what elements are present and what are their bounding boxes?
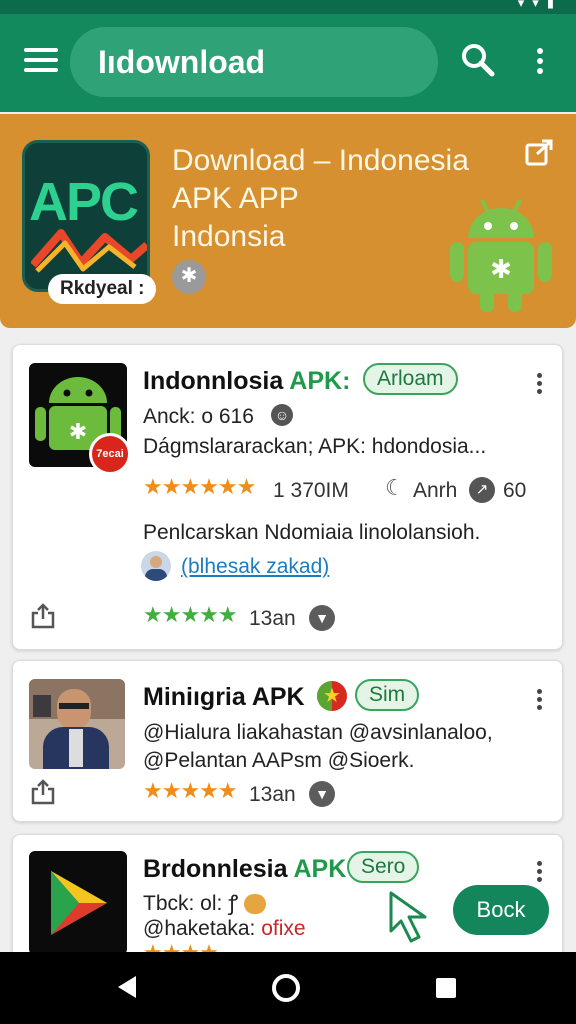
play-store-icon [51, 871, 107, 935]
star-icon[interactable]: ✱ [172, 260, 206, 294]
android-icon: ✱ [450, 199, 552, 312]
star-badge-icon: ★ [317, 681, 347, 711]
time-label: 13an [249, 607, 296, 630]
app-card[interactable]: Miniıgria APK ★ Sim @Hialura liakahastan… [12, 660, 563, 822]
thumbnail-badge-text: 7ecai [96, 448, 124, 460]
thumbnail-badge: 7ecai [89, 433, 131, 475]
share-icon[interactable] [31, 779, 55, 805]
search-field[interactable]: Iıdownload [70, 27, 438, 97]
arrow-badge-icon: ↗ [469, 477, 495, 503]
search-field-label: Iıdownload [98, 44, 266, 80]
home-icon[interactable] [272, 974, 300, 1002]
app-description: Dágmslararackan; APK: hdondosia... [143, 435, 487, 458]
status-bar: ▾▾▮ [0, 0, 576, 14]
cursor-arrow-icon [389, 891, 427, 943]
app-card[interactable]: ✱ 7ecai Indonnlosia APK: Arloam Anck: o … [12, 344, 563, 650]
status-chip[interactable]: Sero [347, 851, 420, 883]
open-external-icon[interactable] [524, 138, 554, 168]
app-title: Miniıgria APK [143, 683, 305, 712]
app-description-text: @haketaka: [143, 917, 262, 940]
app-subtitle: Tbck: ol: ꝭ [143, 889, 266, 917]
app-bar: Iıdownload [0, 14, 576, 112]
app-title: Indonnlosia APK: [143, 367, 350, 396]
app-description: @Hialura liakahastan @avsinlanaloo, [143, 721, 493, 744]
app-description: @haketaka: ofixe [143, 917, 306, 941]
logo-zigzag-icon [31, 229, 147, 273]
rating-stars: ★★★★★ [143, 603, 238, 628]
app-subtitle-text: Tbck: ol: ꝭ [143, 892, 239, 915]
app-description-2: @Pelantan AAPsm @Sioerk. [143, 749, 415, 772]
app-title-apk: APK [251, 683, 305, 711]
svg-text:✱: ✱ [69, 420, 87, 445]
app-title: Brdonnlesia APK [143, 855, 346, 884]
meta-value: 60 [503, 479, 527, 502]
rating-count: 1 370IM [273, 479, 349, 502]
app-title-apk: APK: [289, 367, 351, 395]
share-icon[interactable] [31, 603, 55, 629]
rating-stars: ★★★★★ [143, 779, 238, 804]
chevron-down-icon[interactable]: ▼ [309, 781, 335, 807]
status-chip[interactable]: Sim [355, 679, 420, 711]
overflow-menu-icon[interactable] [534, 48, 546, 78]
smiley-icon: ☺ [271, 404, 293, 426]
menu-icon[interactable] [24, 48, 58, 74]
logo-text: APC [29, 172, 139, 232]
app-long-description: Penlcarskan Ndomiaia linololansioh. [143, 521, 481, 544]
apc-logo: APC [22, 140, 150, 292]
emoji-icon [244, 894, 266, 915]
app-thumbnail [29, 851, 127, 955]
banner-title-line1: Download – Indonesia [172, 144, 469, 177]
author-link[interactable]: (blhesak zakad) [181, 555, 329, 579]
time-label: 13an [249, 783, 296, 806]
author-avatar [141, 551, 171, 581]
action-button[interactable]: Bock [453, 885, 549, 935]
featured-banner[interactable]: APC Rkdyeal : Download – Indonesia APK A… [0, 114, 576, 328]
app-subtitle: Anck: o 616 [143, 405, 254, 428]
app-title-name: Brdonnlesia [143, 855, 294, 883]
app-thumbnail [29, 679, 125, 769]
rating-stars: ★★★★★★ [143, 475, 256, 500]
status-chip[interactable]: Arloam [363, 363, 458, 395]
search-icon[interactable] [460, 42, 496, 78]
card-menu-icon[interactable] [535, 689, 543, 713]
back-icon[interactable] [118, 976, 136, 998]
status-icons: ▾▾▮ [517, 0, 562, 11]
card-menu-icon[interactable] [535, 861, 543, 885]
system-nav-bar [0, 952, 576, 1024]
banner-badge[interactable]: Rkdyeal : [48, 274, 157, 304]
moon-icon: ☾ [385, 475, 405, 500]
meta-label: Anrh [413, 479, 458, 502]
app-title-name: Indonnlosia [143, 367, 290, 395]
svg-text:✱: ✱ [490, 255, 512, 285]
app-description-highlight: ofixe [261, 917, 306, 940]
app-title-name: Miniıgria [143, 683, 252, 711]
card-menu-icon[interactable] [535, 373, 543, 397]
app-title-apk: APK [293, 855, 347, 883]
recents-icon[interactable] [436, 978, 456, 998]
chevron-down-icon[interactable]: ▼ [309, 605, 335, 631]
